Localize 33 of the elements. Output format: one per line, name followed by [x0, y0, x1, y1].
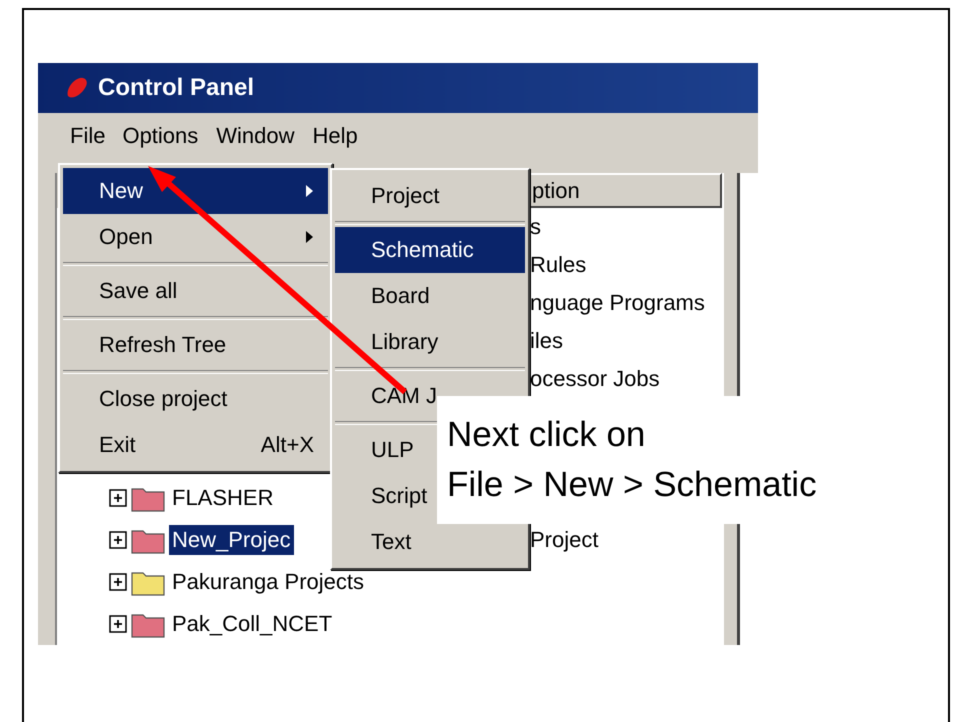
menu-item[interactable]: Library — [335, 319, 525, 365]
tree-item[interactable]: Pak_Coll_NCET — [169, 609, 336, 639]
menu-item[interactable]: Save all — [63, 268, 328, 314]
expand-icon[interactable] — [109, 531, 127, 549]
description-cell: nguage Programs — [530, 290, 705, 316]
menu-title[interactable]: Window — [209, 118, 302, 154]
menu-item[interactable]: Open — [63, 214, 328, 260]
menu-item[interactable]: Project — [335, 173, 525, 219]
expand-icon[interactable] — [109, 615, 127, 633]
expand-icon[interactable] — [109, 489, 127, 507]
menu-title[interactable]: Options — [115, 118, 206, 154]
expand-icon[interactable] — [109, 573, 127, 591]
description-cell: Project — [530, 527, 598, 552]
tree-item[interactable]: New_Projec — [169, 525, 294, 555]
menu-item[interactable]: New — [63, 168, 328, 214]
shortcut-text: Alt+X — [260, 432, 314, 458]
description-cell: iles — [530, 328, 564, 354]
tree-item[interactable]: Pakuranga Projects — [169, 567, 367, 597]
description-cell: s — [530, 214, 541, 240]
tree-item[interactable]: FLASHER — [169, 483, 276, 513]
menu-item[interactable]: Schematic — [335, 227, 525, 273]
menu-title[interactable]: File — [64, 118, 112, 152]
menu-title[interactable]: Help — [306, 118, 365, 154]
description-cell: Rules — [530, 252, 586, 278]
callout-text: Next click on — [447, 415, 646, 455]
callout-text: File > New > Schematic — [447, 465, 818, 505]
description-cell: ocessor Jobs — [530, 366, 660, 392]
column-header[interactable]: ption — [528, 173, 722, 208]
menu-item[interactable]: Board — [335, 273, 525, 319]
menu-item[interactable]: Close project — [63, 376, 328, 422]
menu-item[interactable]: Exit Alt+X — [63, 422, 328, 468]
menu-item[interactable]: Refresh Tree — [63, 322, 328, 368]
window-title: Control Panel — [98, 74, 254, 102]
